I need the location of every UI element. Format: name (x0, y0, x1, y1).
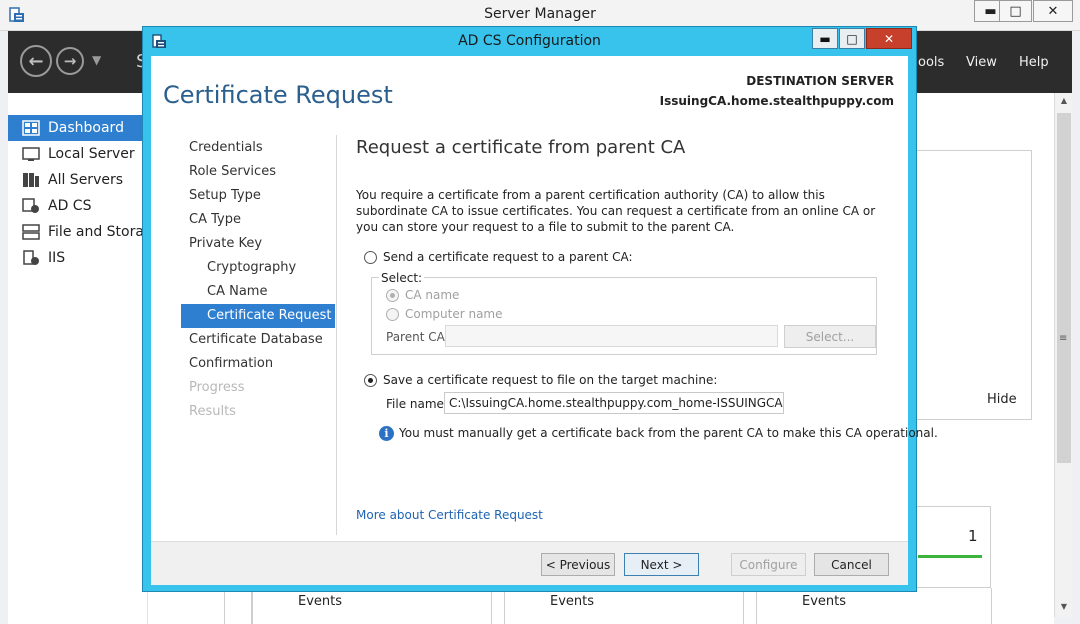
sidebar-item-label: Dashboard (48, 120, 124, 136)
hide-link[interactable]: Hide (987, 392, 1017, 407)
events-label[interactable]: Events (802, 594, 846, 609)
servers-icon (23, 173, 39, 187)
save-request-label[interactable]: Save a certificate request to file on th… (383, 373, 717, 387)
events-panel (504, 588, 744, 624)
select-ca-button: Select... (784, 325, 876, 348)
sidebar-item-label: AD CS (48, 198, 92, 214)
step-cryptography[interactable]: Cryptography (181, 256, 335, 280)
send-request-label[interactable]: Send a certificate request to a parent C… (383, 250, 633, 264)
server-manager-title: Server Manager (484, 6, 596, 22)
dialog-minimize-button[interactable]: ▬ (812, 28, 838, 49)
sidebar-item-label: Local Server (48, 146, 135, 162)
adcs-icon (22, 198, 39, 213)
step-private-key[interactable]: Private Key (181, 232, 335, 256)
step-confirmation[interactable]: Confirmation (181, 352, 335, 376)
menu-tools[interactable]: ools (918, 55, 944, 70)
step-progress: Progress (189, 380, 245, 395)
section-title: Request a certificate from parent CA (356, 137, 686, 158)
sidebar-item-file-and-storage[interactable]: File and Storage (8, 219, 161, 245)
sidebar-item-dashboard[interactable]: Dashboard (8, 115, 148, 141)
sidebar-item-local-server[interactable]: Local Server (8, 141, 148, 167)
dashboard-icon (22, 120, 40, 136)
scroll-up-icon[interactable]: ▲ (1055, 93, 1073, 109)
sidebar-item-all-servers[interactable]: All Servers (8, 167, 148, 193)
status-count: 1 (968, 527, 978, 545)
sidebar: Dashboard Local Server All Servers AD CS… (8, 93, 161, 624)
dialog-maximize-button[interactable]: □ (839, 28, 865, 49)
save-request-radio[interactable] (364, 374, 377, 387)
sidebar-item-label: IIS (48, 250, 66, 266)
parent-ca-field (445, 325, 778, 347)
previous-button[interactable]: < Previous (541, 553, 615, 576)
events-panel (756, 588, 992, 624)
send-request-radio[interactable] (364, 251, 377, 264)
step-ca-name[interactable]: CA Name (181, 280, 335, 304)
maximize-button[interactable]: □ (999, 0, 1032, 22)
iis-icon (23, 250, 39, 265)
dialog-close-button[interactable]: ✕ (866, 28, 912, 49)
adcs-configuration-dialog: AD CS Configuration ▬ □ ✕ Certificate Re… (142, 26, 938, 592)
next-button[interactable]: Next > (624, 553, 699, 576)
step-credentials[interactable]: Credentials (181, 136, 335, 160)
sidebar-item-ad-cs[interactable]: AD CS (8, 193, 148, 219)
info-message: You must manually get a certificate back… (399, 426, 938, 440)
chevron-down-icon[interactable]: ▼ (92, 53, 101, 67)
events-column-edge (224, 588, 252, 624)
menu-help[interactable]: Help (1019, 55, 1049, 70)
close-button[interactable]: ✕ (1033, 0, 1073, 22)
events-label[interactable]: Events (298, 594, 342, 609)
select-group-legend: Select: (379, 271, 425, 285)
more-about-link[interactable]: More about Certificate Request (356, 508, 543, 522)
menu-view[interactable]: View (966, 55, 997, 70)
ca-name-radio (386, 289, 399, 302)
configure-button: Configure (731, 553, 806, 576)
storage-icon (22, 224, 40, 240)
parent-ca-label: Parent CA: (386, 330, 449, 344)
events-label[interactable]: Events (550, 594, 594, 609)
dashboard-tile (900, 150, 1032, 420)
steps-divider (336, 135, 337, 535)
vertical-scrollbar[interactable]: ▲ ≡ ▼ (1054, 93, 1072, 617)
destination-server-name: IssuingCA.home.stealthpuppy.com (659, 94, 894, 108)
scroll-grip-icon: ≡ (1059, 333, 1068, 344)
file-name-label: File name: (386, 397, 448, 411)
step-certificate-request[interactable]: Certificate Request (181, 304, 335, 328)
step-results: Results (189, 404, 236, 419)
dialog-titlebar: AD CS Configuration ▬ □ ✕ (143, 27, 916, 55)
sidebar-item-iis[interactable]: IIS (8, 245, 148, 271)
computer-name-label: Computer name (405, 307, 503, 321)
step-ca-type[interactable]: CA Type (181, 208, 335, 232)
events-panel (252, 588, 492, 624)
sidebar-item-label: All Servers (48, 172, 124, 188)
server-icon (22, 147, 40, 161)
file-name-field[interactable]: C:\IssuingCA.home.stealthpuppy.com_home-… (444, 392, 784, 414)
forward-arrow-icon[interactable]: → (56, 47, 84, 75)
page-title: Certificate Request (163, 81, 393, 109)
ca-name-label: CA name (405, 288, 460, 302)
step-setup-type[interactable]: Setup Type (181, 184, 335, 208)
status-bar (918, 555, 982, 558)
scroll-down-icon[interactable]: ▼ (1055, 599, 1073, 615)
dialog-title: AD CS Configuration (458, 33, 601, 49)
scrollbar-thumb[interactable] (1057, 113, 1071, 463)
back-arrow-icon[interactable]: ← (20, 45, 52, 77)
cancel-button[interactable]: Cancel (814, 553, 889, 576)
info-icon: i (379, 426, 394, 441)
step-certificate-database[interactable]: Certificate Database (181, 328, 335, 352)
computer-name-radio (386, 308, 399, 321)
destination-server-label: DESTINATION SERVER (746, 74, 894, 88)
section-description: You require a certificate from a parent … (356, 188, 876, 234)
step-role-services[interactable]: Role Services (181, 160, 335, 184)
